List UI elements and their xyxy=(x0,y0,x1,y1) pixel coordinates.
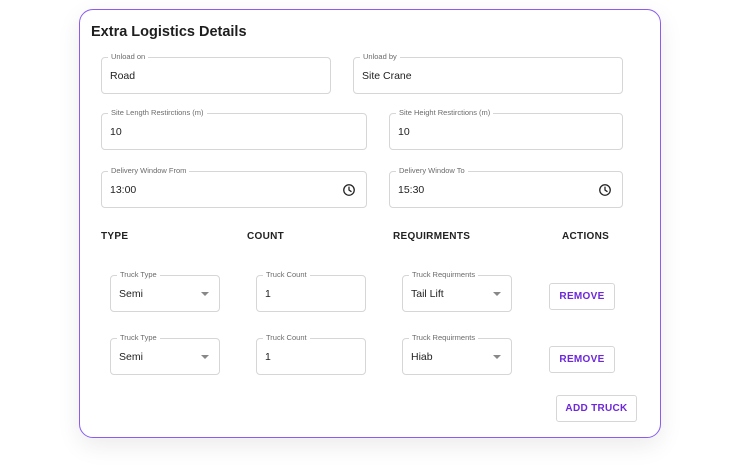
truck-type-select[interactable]: Truck Type Semi xyxy=(110,333,220,375)
truck-type-label: Truck Type xyxy=(117,333,160,342)
truck-type-label: Truck Type xyxy=(117,270,160,279)
truck-requirements-select[interactable]: Truck Requirments Tail Lift xyxy=(402,270,512,312)
delivery-window-to-label: Delivery Window To xyxy=(396,166,468,175)
site-height-field[interactable]: Site Height Restirctions (m) 10 xyxy=(389,108,623,150)
clock-icon[interactable] xyxy=(342,183,356,197)
site-height-value: 10 xyxy=(398,125,410,138)
truck-type-select[interactable]: Truck Type Semi xyxy=(110,270,220,312)
unload-on-label: Unload on xyxy=(108,52,149,61)
truck-type-value: Semi xyxy=(119,350,143,363)
unload-on-value: Road xyxy=(110,69,136,82)
unload-on-field[interactable]: Unload on Road xyxy=(101,52,331,94)
truck-count-label: Truck Count xyxy=(263,333,310,342)
site-length-value: 10 xyxy=(110,125,122,138)
truck-requirements-label: Truck Requirments xyxy=(409,270,479,279)
truck-count-value: 1 xyxy=(265,287,271,300)
add-truck-button[interactable]: ADD TRUCK xyxy=(556,395,637,422)
card-title: Extra Logistics Details xyxy=(91,24,247,40)
delivery-window-to-value: 15:30 xyxy=(398,183,425,196)
remove-truck-button[interactable]: REMOVE xyxy=(549,283,615,310)
truck-count-label: Truck Count xyxy=(263,270,310,279)
truck-type-value: Semi xyxy=(119,287,143,300)
unload-by-value: Site Crane xyxy=(362,69,412,82)
site-height-label: Site Height Restirctions (m) xyxy=(396,108,494,117)
site-length-field[interactable]: Site Length Restirctions (m) 10 xyxy=(101,108,367,150)
clock-icon[interactable] xyxy=(598,183,612,197)
remove-truck-button[interactable]: REMOVE xyxy=(549,346,615,373)
unload-by-label: Unload by xyxy=(360,52,400,61)
delivery-window-to-field[interactable]: Delivery Window To 15:30 xyxy=(389,166,623,208)
truck-count-value: 1 xyxy=(265,350,271,363)
truck-requirements-value: Tail Lift xyxy=(411,287,444,300)
chevron-down-icon xyxy=(493,354,501,359)
delivery-window-from-label: Delivery Window From xyxy=(108,166,190,175)
truck-requirements-label: Truck Requirments xyxy=(409,333,479,342)
column-header-type: TYPE xyxy=(101,231,129,242)
chevron-down-icon xyxy=(201,354,209,359)
delivery-window-from-field[interactable]: Delivery Window From 13:00 xyxy=(101,166,367,208)
truck-count-input[interactable]: Truck Count 1 xyxy=(256,270,366,312)
chevron-down-icon xyxy=(493,291,501,296)
chevron-down-icon xyxy=(201,291,209,296)
delivery-window-from-value: 13:00 xyxy=(110,183,137,196)
truck-count-input[interactable]: Truck Count 1 xyxy=(256,333,366,375)
truck-requirements-value: Hiab xyxy=(411,350,433,363)
site-length-label: Site Length Restirctions (m) xyxy=(108,108,207,117)
unload-by-field[interactable]: Unload by Site Crane xyxy=(353,52,623,94)
column-header-requirements: REQUIRMENTS xyxy=(393,231,471,242)
truck-requirements-select[interactable]: Truck Requirments Hiab xyxy=(402,333,512,375)
column-header-count: COUNT xyxy=(247,231,285,242)
column-header-actions: ACTIONS xyxy=(562,231,610,242)
